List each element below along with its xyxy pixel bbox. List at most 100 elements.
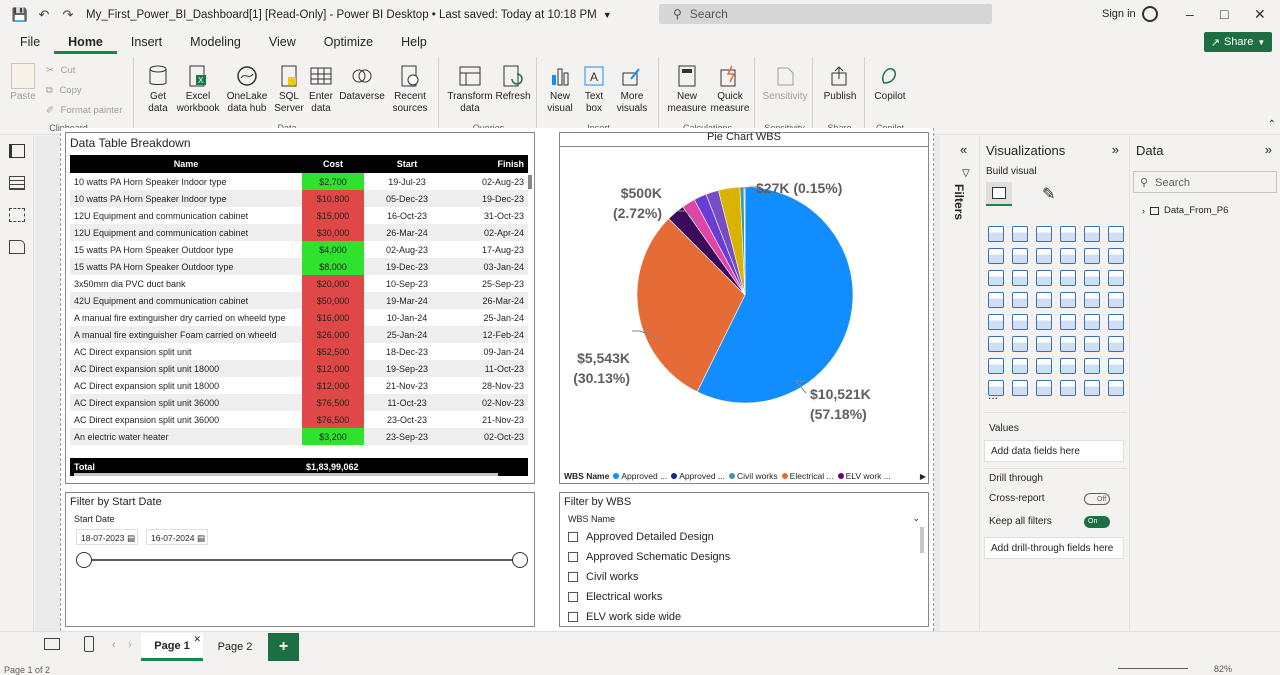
sql-server-button[interactable]: SQL Server — [274, 63, 304, 115]
checkbox-icon[interactable] — [568, 612, 578, 622]
minimize-icon[interactable]: – — [1186, 6, 1194, 22]
table-row[interactable]: 10 watts PA Horn Speaker Indoor type $2,7… — [70, 173, 528, 190]
undo-icon[interactable]: ↶ — [32, 3, 56, 27]
menu-modeling[interactable]: Modeling — [176, 30, 255, 54]
report-view-icon[interactable] — [9, 144, 25, 158]
close-page-icon[interactable]: ✕ — [193, 634, 201, 645]
visual-type-icon[interactable] — [1108, 336, 1124, 352]
table-row[interactable]: 15 watts PA Horn Speaker Outdoor type $8,… — [70, 258, 528, 275]
visual-type-icon[interactable] — [1084, 380, 1100, 396]
cross-report-toggle[interactable]: Off — [1084, 493, 1110, 505]
visual-type-icon[interactable] — [1036, 270, 1052, 286]
redo-icon[interactable]: ↷ — [56, 3, 80, 27]
legend-item[interactable]: ELV work ... — [837, 471, 891, 481]
visual-type-icon[interactable] — [1012, 358, 1028, 374]
data-table-visual[interactable]: Data Table Breakdown Name Cost Start Fin… — [65, 132, 535, 484]
page-tab-2[interactable]: Page 2 — [204, 633, 266, 661]
visual-type-icon[interactable] — [1108, 358, 1124, 374]
legend-item[interactable]: Civil works — [729, 471, 778, 481]
visual-type-icon[interactable] — [1084, 226, 1100, 242]
column-header-name[interactable]: Name — [70, 155, 302, 173]
table-row[interactable]: 3x50mm dia PVC duct bank $20,000 10-Sep-23… — [70, 275, 528, 292]
new-measure-button[interactable]: New measure — [665, 63, 709, 115]
menu-optimize[interactable]: Optimize — [310, 30, 387, 54]
get-data-button[interactable]: Get data — [140, 63, 176, 115]
visual-type-icon[interactable] — [1108, 226, 1124, 242]
visual-type-icon[interactable] — [988, 226, 1004, 242]
visual-type-icon[interactable] — [1036, 380, 1052, 396]
slicer-scrollbar[interactable] — [920, 527, 924, 553]
chevron-down-icon[interactable]: ▼ — [603, 10, 612, 20]
page-tab-1[interactable]: Page 1 ✕ — [141, 633, 203, 661]
date-range-handle-start[interactable] — [76, 552, 92, 568]
table-vertical-scrollbar[interactable] — [528, 175, 532, 189]
legend-next-icon[interactable]: ▶ — [920, 472, 926, 481]
desktop-layout-icon[interactable] — [44, 638, 60, 650]
wbs-option[interactable]: Electrical works — [568, 587, 730, 607]
column-header-start[interactable]: Start — [364, 155, 450, 173]
wbs-option[interactable]: Approved Detailed Design — [568, 527, 730, 547]
transform-data-button[interactable]: Transform data — [447, 63, 493, 115]
page-prev-icon[interactable]: ‹ — [112, 639, 116, 651]
chevron-down-icon[interactable]: ⌄ — [912, 513, 920, 524]
visual-type-icon[interactable] — [1108, 380, 1124, 396]
visual-type-icon[interactable] — [1108, 314, 1124, 330]
visual-type-icon[interactable] — [1084, 292, 1100, 308]
visual-type-icon[interactable] — [1084, 248, 1100, 264]
visual-type-icon[interactable] — [1084, 314, 1100, 330]
text-box-button[interactable]: A Text box — [579, 63, 609, 115]
visual-type-icon[interactable] — [988, 270, 1004, 286]
more-visuals-ellipsis[interactable]: ... — [988, 388, 998, 402]
visual-type-icon[interactable] — [988, 248, 1004, 264]
wbs-option[interactable]: Civil works — [568, 567, 730, 587]
visual-type-icon[interactable] — [1060, 380, 1076, 396]
visual-type-icon[interactable] — [1108, 248, 1124, 264]
visual-type-icon[interactable] — [1060, 248, 1076, 264]
column-header-finish[interactable]: Finish — [450, 155, 528, 173]
visual-type-icon[interactable] — [1108, 270, 1124, 286]
visual-type-icon[interactable] — [1012, 270, 1028, 286]
copy-button[interactable]: ⧉ Copy — [46, 85, 82, 96]
visual-type-icon[interactable] — [1060, 314, 1076, 330]
zoom-slider[interactable] — [1118, 668, 1188, 669]
visual-type-icon[interactable] — [988, 292, 1004, 308]
checkbox-icon[interactable] — [568, 532, 578, 542]
mobile-layout-icon[interactable] — [84, 636, 94, 652]
visual-type-icon[interactable] — [1060, 270, 1076, 286]
table-row[interactable]: 10 watts PA Horn Speaker Indoor type $10,… — [70, 190, 528, 207]
dax-query-view-icon[interactable] — [9, 240, 25, 254]
table-row[interactable]: AC Direct expansion split unit 36000 $76,… — [70, 394, 528, 411]
visual-type-icon[interactable] — [1012, 292, 1028, 308]
pie-chart-visual[interactable]: Pie Chart WBS $10,521K (57.18%) $5,543K (30… — [559, 131, 929, 484]
table-horizontal-scrollbar[interactable] — [74, 473, 498, 476]
date-range-handle-end[interactable] — [512, 552, 528, 568]
wbs-option[interactable]: ELV work side wide — [568, 607, 730, 626]
collapse-ribbon-icon[interactable]: ⌃ — [1268, 119, 1276, 130]
table-row[interactable]: 12U Equipment and communication cabinet $… — [70, 207, 528, 224]
keep-filters-toggle[interactable]: On — [1084, 516, 1110, 528]
menu-view[interactable]: View — [255, 30, 310, 54]
wbs-option[interactable]: Approved Schematic Designs — [568, 547, 730, 567]
start-date-slicer[interactable]: Filter by Start Date Start Date 18-07-20… — [65, 492, 535, 627]
drill-through-drop-zone[interactable]: Add drill-through fields here — [984, 537, 1124, 559]
visual-type-icon[interactable] — [1012, 314, 1028, 330]
avatar-icon[interactable] — [1142, 6, 1158, 22]
table-row[interactable]: AC Direct expansion split unit 18000 $12,… — [70, 377, 528, 394]
calendar-icon[interactable]: ▤ — [197, 530, 205, 546]
sensitivity-button[interactable]: Sensitivity — [761, 63, 809, 103]
visual-type-icon[interactable] — [1060, 292, 1076, 308]
more-visuals-button[interactable]: More visuals — [611, 63, 653, 115]
refresh-button[interactable]: Refresh — [495, 63, 531, 103]
sign-in-link[interactable]: Sign in — [1102, 8, 1136, 20]
table-row[interactable]: A manual fire extinguisher Foam carried … — [70, 326, 528, 343]
visual-type-icon[interactable] — [988, 336, 1004, 352]
visual-type-icon[interactable] — [1036, 358, 1052, 374]
search-box[interactable]: ⚲ Search — [659, 4, 992, 24]
visual-type-icon[interactable] — [1036, 336, 1052, 352]
checkbox-icon[interactable] — [568, 592, 578, 602]
filters-pane-collapsed[interactable]: « ▽ Filters — [940, 136, 980, 631]
zoom-level[interactable]: 82% — [1214, 664, 1232, 674]
excel-workbook-button[interactable]: X Excel workbook — [176, 63, 220, 115]
onelake-data-hub-button[interactable]: OneLake data hub — [224, 63, 270, 115]
visual-type-icon[interactable] — [1012, 226, 1028, 242]
